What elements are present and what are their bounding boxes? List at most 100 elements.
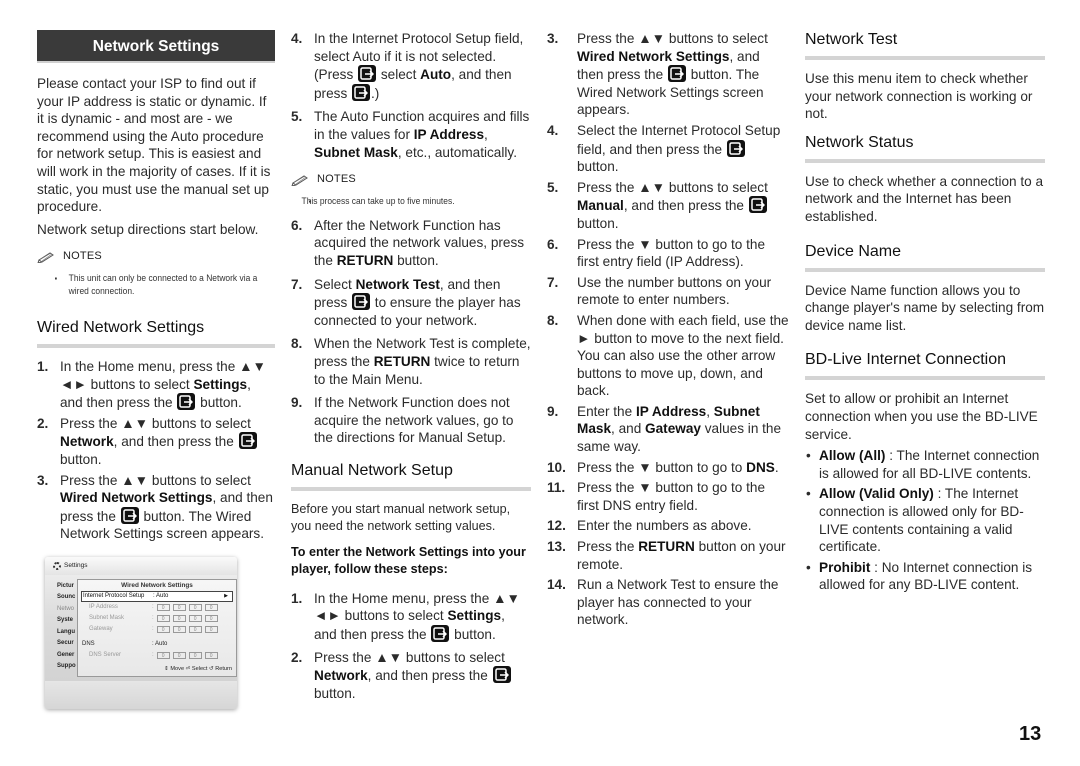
step-number: 13. [547,539,566,555]
screen-row-value: :0000 [152,651,236,659]
heading-bd-live-internet-connection: BD-Live Internet Connection [805,350,1045,381]
heading-network-status: Network Status [805,133,1045,163]
heading-device-name: Device Name [805,242,1045,272]
bd-live-option: Allow (All) : The Internet connection is… [805,447,1045,482]
step-text: Enter the numbers as above. [577,518,752,534]
step-number: 1. [37,358,49,374]
screen-menu-item: Syste [57,617,74,624]
step-text: , and then press the [113,434,238,450]
step-bold: Network Test [355,276,440,292]
step-text: , and [611,421,646,437]
enter-key-icon [667,65,686,83]
step-item: 8. When done with each field, use the ► b… [547,312,789,400]
enter-key-icon [352,293,371,311]
step-item: 3. Press the ▲▼ buttons to select Wired N… [547,30,789,119]
step-text: . [774,459,779,475]
step-number: 1. [291,590,303,606]
section-banner-network-settings: Network Settings [37,30,275,63]
step-number: 8. [547,312,559,328]
step-bold: DNS [746,459,775,475]
step-text: Press the ▼ button to go to the first en… [577,236,766,270]
option-name: Allow (Valid Only) [819,486,934,502]
enter-key-icon [177,393,196,411]
manual-steps-list: 1. In the Home menu, press the ▲▼ ◄► butt… [291,590,531,703]
pencil-icon [291,175,308,186]
step-text: , and then press the [623,198,748,214]
step-number: 5. [291,109,303,125]
octet-box: 0 [188,625,202,633]
enter-key-icon [358,65,377,83]
option-name: Allow (All) [819,448,886,464]
step-item: 10. Press the ▼ button to go to DNS. [547,459,789,477]
step-number: 9. [547,403,559,419]
column-4: Network Test Use this menu item to check… [805,30,1045,597]
column-1: Network Settings Please contact your ISP… [37,30,275,709]
manual-intro: Before you start manual network setup, y… [291,501,511,533]
octet-box: 0 [156,603,170,611]
enter-key-icon [492,666,511,684]
enter-key-icon [726,139,745,157]
manual-subheading: To enter the Network Settings into your … [291,544,526,576]
step-text: .) [371,85,380,101]
step-number: 10. [547,459,566,475]
screen-dialog-title: Wired Network Settings [121,581,193,589]
screen-menu-item: Pictur [57,582,75,589]
screen-menu: Pictur Sounc Netwo Syste Langu Secur Gen… [57,582,76,674]
step-item: 14. Run a Network Test to ensure the play… [547,576,789,629]
step-number: 14. [547,577,566,593]
step-number: 2. [37,415,49,431]
screen-row-ip-address: IP Address:0 0 0 0 [78,602,236,613]
octet-box: 0 [204,603,218,611]
octet-box: 0 [172,651,186,659]
step-text: If the Network Function does not acquire… [314,395,514,446]
device-name-description: Device Name function allows you to chang… [805,282,1045,333]
heading-wired-network-settings: Wired Network Settings [37,318,275,348]
screen-menu-item: Secur [57,640,74,647]
step-bold: Subnet Mask [314,144,398,160]
screen-row-value: :0000 [152,625,236,633]
step-text: button. [577,159,619,175]
step-bold: IP Address [635,403,707,419]
screen-row-value: : Auto [153,593,169,600]
step-item: 5. Press the ▲▼ buttons to select Manual,… [547,179,789,233]
step-bold: Gateway [645,421,701,437]
bd-live-option: Allow (Valid Only) : The Internet connec… [805,485,1045,555]
step-text: Press the ▲▼ buttons to select [60,472,251,488]
step-bold: RETURN [638,539,695,555]
octet-box: 0 [188,614,202,622]
step-item: 6. Press the ▼ button to go to the first … [547,236,789,271]
auto-steps-list-continued: 6. After the Network Function has acquire… [291,217,531,447]
pencil-icon [37,252,54,264]
enter-key-icon [120,506,139,524]
step-item: 1. In the Home menu, press the ▲▼ ◄► butt… [37,358,275,412]
screen-footer-hints: ⇕ Move ⏎ Select ↺ Return [164,665,232,672]
step-item: 5. The Auto Function acquires and fills i… [291,108,531,161]
step-text: , [706,403,714,419]
network-test-description: Use this menu item to check whether your… [805,71,1033,122]
step-item: 9. If the Network Function does not acqui… [291,394,531,447]
step-bold: Settings [447,608,502,624]
screen-menu-item: Langu [57,628,75,635]
page-number: 13 [1019,723,1042,745]
notes-label: NOTES [317,173,356,186]
step-text: button. [314,685,356,701]
octet-box: 0 [156,614,170,622]
heading-network-test: Network Test [805,30,1045,60]
step-bold: Manual [577,198,624,214]
step-item: 4. Select the Internet Protocol Setup fie… [547,122,789,176]
octet-box: 0 [188,603,202,611]
step-number: 6. [547,236,559,252]
octet-box: 0 [172,625,186,633]
step-text: Select the Internet Protocol Setup field… [577,122,781,157]
screen-row-value: :0000 [152,614,236,622]
octet-box: 0 [188,651,202,659]
step-bold: Auto [420,67,452,83]
bd-live-option: Prohibit : No Internet connection is all… [805,559,1045,594]
heading-manual-network-setup: Manual Network Setup [291,461,531,491]
notes-heading: NOTES [291,171,531,189]
step-text: Press the ▲▼ buttons to select [314,649,505,665]
step-text: , etc., automatically. [397,144,517,160]
octet-box: 0 [156,651,170,659]
screen-row-label: DNS Server [89,652,122,659]
option-name: Prohibit [819,559,871,575]
